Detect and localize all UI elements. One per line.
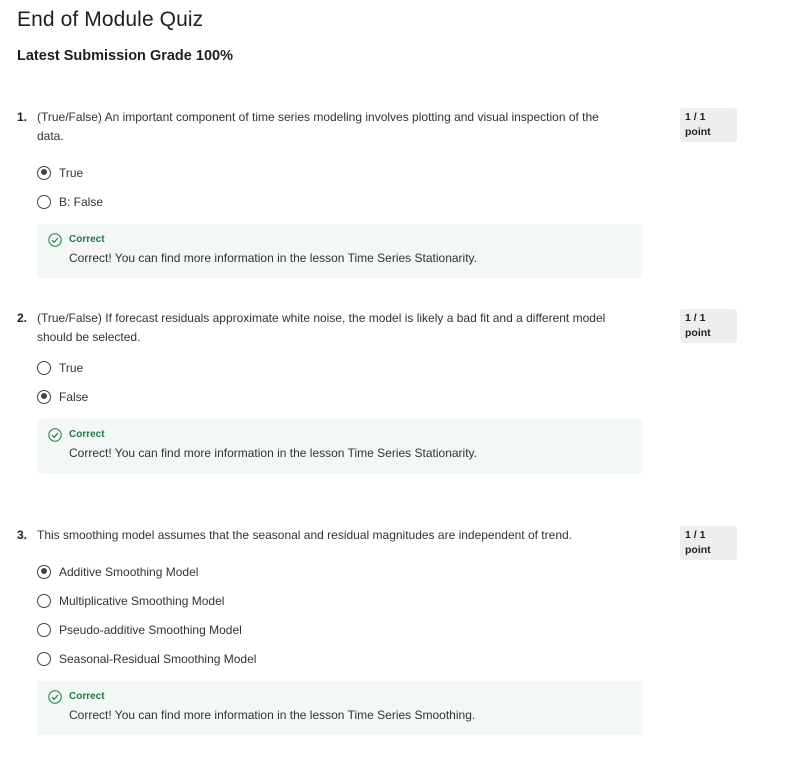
option-true[interactable]: True — [37, 353, 737, 382]
points-badge: 1 / 1 point — [680, 309, 737, 343]
page-title: End of Module Quiz — [17, 8, 204, 31]
radio-button[interactable] — [37, 593, 51, 608]
question-number: 2. — [17, 311, 28, 325]
radio-button[interactable] — [37, 651, 51, 666]
option-false[interactable]: False — [37, 382, 737, 411]
submission-grade: Latest Submission Grade 100% — [17, 48, 233, 64]
check-circle-icon — [48, 690, 62, 704]
feedback-box: Correct Correct! You can find more infor… — [37, 224, 642, 278]
question-number: 1. — [17, 110, 28, 124]
radio-button-selected[interactable] — [37, 564, 51, 579]
check-circle-icon — [48, 233, 62, 247]
radio-button[interactable] — [37, 194, 51, 209]
question-header: 1. (True/False) An important component o… — [17, 108, 737, 146]
feedback-box: Correct Correct! You can find more infor… — [37, 419, 642, 473]
feedback-text: Correct! You can find more information i… — [69, 708, 476, 722]
points-badge: 1 / 1 point — [680, 526, 737, 560]
option-label: False — [59, 389, 89, 404]
question-1: 1. (True/False) An important component o… — [17, 108, 737, 278]
question-number: 3. — [17, 528, 28, 542]
question-text: (True/False) An important component of t… — [37, 110, 599, 143]
option-label: B: False — [59, 194, 104, 209]
option-label: Multiplicative Smoothing Model — [59, 593, 225, 608]
feedback-status: Correct — [69, 691, 105, 702]
question-header: 2. (True/False) If forecast residuals ap… — [17, 309, 737, 347]
option-multiplicative[interactable]: Multiplicative Smoothing Model — [37, 586, 737, 615]
check-circle-icon — [48, 428, 62, 442]
radio-button[interactable] — [37, 622, 51, 637]
question-text: (True/False) If forecast residuals appro… — [37, 311, 606, 344]
option-label: True — [59, 165, 84, 180]
feedback-text: Correct! You can find more information i… — [69, 251, 477, 265]
radio-button[interactable] — [37, 360, 51, 375]
option-label: Pseudo-additive Smoothing Model — [59, 622, 242, 637]
question-header: 3. This smoothing model assumes that the… — [17, 526, 737, 560]
question-2: 2. (True/False) If forecast residuals ap… — [17, 309, 737, 473]
question-3: 3. This smoothing model assumes that the… — [17, 526, 737, 735]
option-true[interactable]: True — [37, 158, 737, 187]
answer-options: True B: False — [37, 158, 737, 216]
option-label: Additive Smoothing Model — [59, 564, 199, 579]
option-seasonal-residual[interactable]: Seasonal-Residual Smoothing Model — [37, 644, 737, 673]
radio-button-selected[interactable] — [37, 389, 51, 404]
option-label: True — [59, 360, 84, 375]
option-label: Seasonal-Residual Smoothing Model — [59, 651, 257, 666]
option-false[interactable]: B: False — [37, 187, 737, 216]
feedback-text: Correct! You can find more information i… — [69, 446, 477, 460]
option-additive[interactable]: Additive Smoothing Model — [37, 557, 737, 586]
answer-options: Additive Smoothing Model Multiplicative … — [37, 557, 737, 673]
feedback-box: Correct Correct! You can find more infor… — [37, 681, 642, 735]
question-text: This smoothing model assumes that the se… — [37, 528, 572, 542]
answer-options: True False — [37, 353, 737, 411]
feedback-status: Correct — [69, 234, 105, 245]
points-badge: 1 / 1 point — [680, 108, 737, 142]
radio-button-selected[interactable] — [37, 165, 51, 180]
feedback-status: Correct — [69, 429, 105, 440]
option-pseudo-additive[interactable]: Pseudo-additive Smoothing Model — [37, 615, 737, 644]
